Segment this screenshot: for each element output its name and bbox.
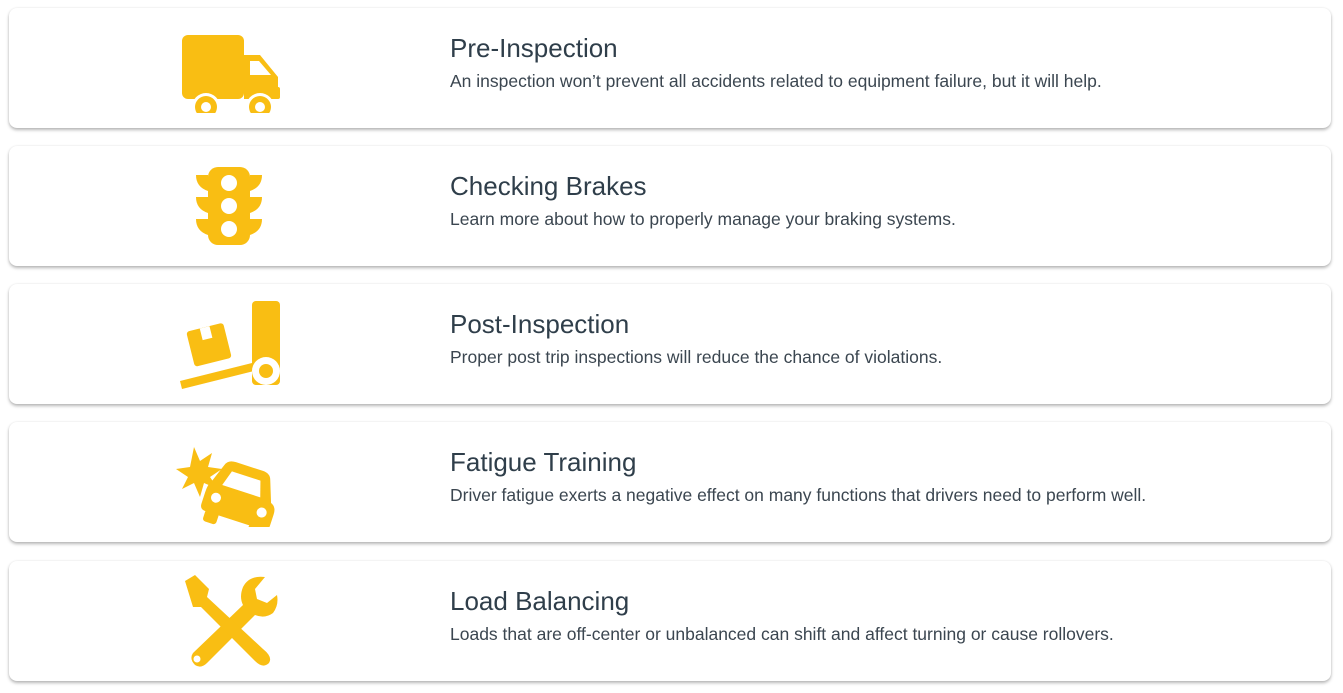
card-description: Loads that are off-center or unbalanced … [450,624,1114,644]
card-pre-inspection[interactable]: Pre-Inspection An inspection won’t preve… [9,8,1331,128]
card-text: Checking Brakes Learn more about how to … [450,171,1311,231]
tools-icon [185,575,278,667]
card-text: Post-Inspection Proper post trip inspect… [450,309,1311,369]
card-icon-container [169,571,289,671]
truck-loading-icon [180,301,280,389]
card-fatigue-training[interactable]: Fatigue Training Driver fatigue exerts a… [9,422,1331,542]
card-title: Pre-Inspection [450,33,618,63]
card-description: Proper post trip inspections will reduce… [450,347,943,367]
card-text: Load Balancing Loads that are off-center… [450,586,1311,646]
card-description: Driver fatigue exerts a negative effect … [450,485,1147,505]
card-text: Pre-Inspection An inspection won’t preve… [450,33,1311,93]
card-post-inspection[interactable]: Post-Inspection Proper post trip inspect… [9,284,1331,404]
car-crash-icon [176,447,275,527]
truck-icon [182,35,280,113]
card-title: Fatigue Training [450,447,637,477]
card-description: Learn more about how to properly manage … [450,209,956,229]
card-icon-container [169,432,289,532]
card-title: Checking Brakes [450,171,647,201]
card-title: Post-Inspection [450,309,630,339]
traffic-light-icon [196,167,262,245]
card-load-balancing[interactable]: Load Balancing Loads that are off-center… [9,561,1331,681]
training-list: Pre-Inspection An inspection won’t preve… [0,0,1343,693]
card-icon-container [169,156,289,256]
card-checking-brakes[interactable]: Checking Brakes Learn more about how to … [9,146,1331,266]
card-title: Load Balancing [450,586,630,616]
card-text: Fatigue Training Driver fatigue exerts a… [450,447,1311,507]
card-description: An inspection won’t prevent all accident… [450,71,1102,91]
card-icon-container [169,18,289,118]
card-icon-container [169,294,289,394]
